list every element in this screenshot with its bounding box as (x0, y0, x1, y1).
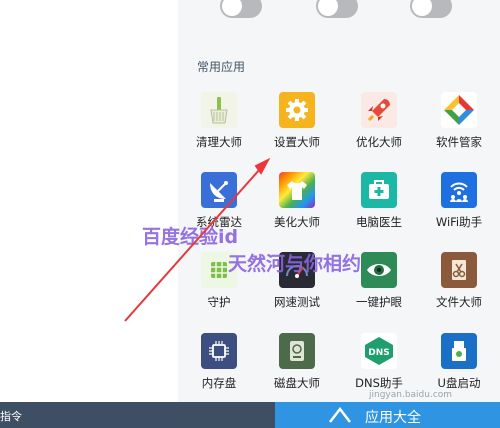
gear-icon (279, 92, 315, 128)
command-bar[interactable]: 指令 (0, 402, 275, 428)
app-label: 软件管家 (436, 135, 482, 149)
scissors-file-icon (441, 252, 477, 288)
usb-drive-icon (441, 333, 477, 369)
app-software-manager[interactable]: 软件管家 (419, 92, 499, 150)
app-label: 优化大师 (356, 135, 402, 149)
watermark-line1: 百度经验id (142, 226, 239, 248)
app-settings[interactable]: 设置大师 (257, 92, 337, 150)
command-text: 指令 (0, 410, 22, 423)
watermark-line2: 天然河与你相约 (228, 253, 362, 275)
memory-chip-icon (201, 333, 237, 369)
app-ram-disk[interactable]: 内存盘 (179, 333, 259, 391)
medical-kit-icon (361, 172, 397, 208)
dns-icon: DNS (361, 333, 397, 369)
app-wifi-assistant[interactable]: WiFi助手 (419, 172, 499, 230)
toggle-switch-1[interactable] (220, 0, 262, 18)
app-label: 设置大师 (274, 135, 320, 149)
eye-icon (361, 252, 397, 288)
left-pane (0, 0, 178, 402)
app-label: 清理大师 (196, 135, 242, 149)
app-label: 一键护眼 (356, 295, 402, 309)
tshirt-icon (279, 172, 315, 208)
app-usb-boot[interactable]: U盘启动 (419, 333, 499, 391)
watermark-site: jingyan.baidu.com (369, 390, 453, 400)
toggle-switch-3[interactable] (410, 0, 452, 18)
disk-icon (279, 333, 315, 369)
app-label: 网速测试 (274, 295, 320, 309)
app-pc-doctor[interactable]: 电脑医生 (339, 172, 419, 230)
app-label: 美化大师 (274, 215, 320, 229)
app-label: 磁盘大师 (274, 376, 320, 390)
app-label: 文件大师 (436, 295, 482, 309)
app-dns-assistant[interactable]: DNS DNS助手 (339, 333, 419, 391)
app-label: 内存盘 (201, 376, 237, 390)
bottom-bar: 指令 应用大全 (0, 402, 500, 428)
section-title: 常用应用 (197, 60, 246, 74)
broom-icon (201, 92, 237, 128)
app-file-master[interactable]: 文件大师 (419, 252, 499, 310)
diamond-icon (441, 92, 477, 128)
app-cleaner[interactable]: 清理大师 (179, 92, 259, 150)
app-beautify[interactable]: 美化大师 (257, 172, 337, 230)
satellite-dish-icon (201, 172, 237, 208)
svg-text:DNS: DNS (368, 348, 390, 358)
app-optimizer[interactable]: 优化大师 (339, 92, 419, 150)
app-store-label: 应用大全 (365, 410, 421, 426)
app-store-button[interactable]: 应用大全 (275, 402, 500, 428)
app-label: WiFi助手 (435, 215, 483, 229)
app-label: 电脑医生 (356, 215, 402, 229)
toggle-switch-2[interactable] (316, 0, 358, 18)
app-label: 守护 (207, 295, 231, 309)
app-label: DNS助手 (355, 376, 403, 390)
chevron-up-icon (329, 406, 351, 423)
rocket-icon (361, 92, 397, 128)
app-disk-master[interactable]: 磁盘大师 (257, 333, 337, 391)
wifi-users-icon (441, 172, 477, 208)
app-label: U盘启动 (437, 376, 481, 390)
